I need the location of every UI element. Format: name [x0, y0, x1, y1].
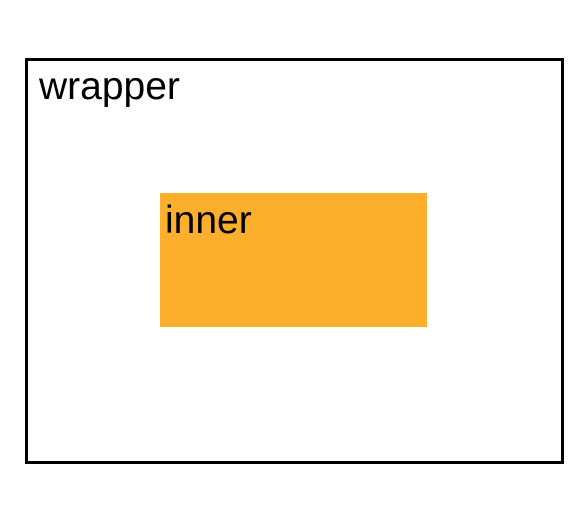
- wrapper-label: wrapper: [39, 65, 180, 108]
- inner-box: inner: [160, 193, 427, 327]
- wrapper-box: wrapper inner: [25, 58, 564, 464]
- inner-label: inner: [165, 199, 252, 242]
